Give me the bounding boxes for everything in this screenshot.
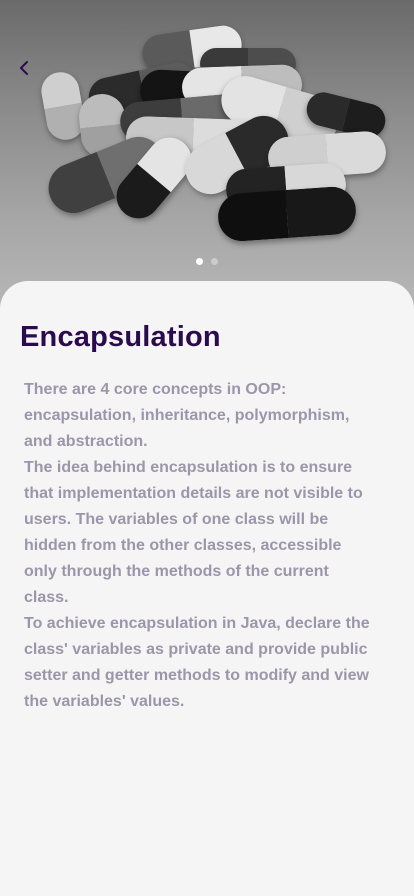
content-card: Encapsulation There are 4 core concepts … bbox=[0, 281, 414, 896]
carousel-dot-active[interactable] bbox=[196, 258, 203, 265]
carousel-dot[interactable] bbox=[211, 258, 218, 265]
capsule-image bbox=[216, 185, 358, 243]
back-button[interactable] bbox=[12, 56, 36, 80]
paragraph: There are 4 core concepts in OOP: encaps… bbox=[24, 381, 350, 450]
page-title: Encapsulation bbox=[20, 321, 221, 353]
chevron-left-icon bbox=[20, 61, 28, 75]
description-text: There are 4 core concepts in OOP: encaps… bbox=[24, 377, 374, 715]
carousel-indicator bbox=[0, 258, 414, 265]
paragraph: To achieve encapsulation in Java, declar… bbox=[24, 615, 370, 710]
hero-image bbox=[0, 0, 414, 320]
paragraph: The idea behind encapsulation is to ensu… bbox=[24, 459, 363, 606]
